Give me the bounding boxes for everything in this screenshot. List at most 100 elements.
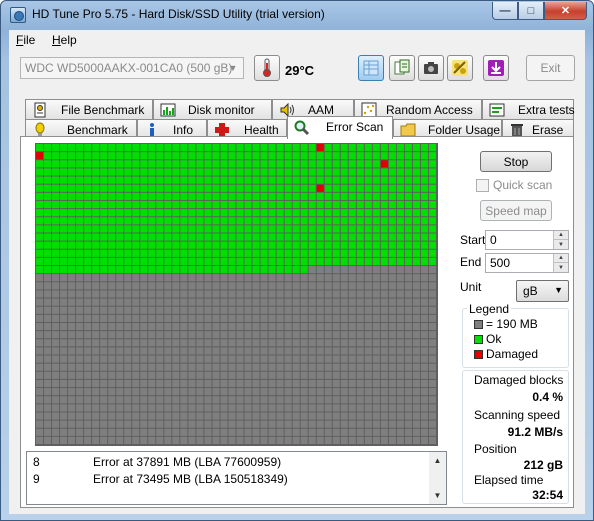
exit-button[interactable]: Exit [526,55,575,81]
scan-block [388,200,396,209]
spin-up-icon[interactable]: ▲ [553,231,568,240]
stop-button[interactable]: Stop [480,151,552,172]
tab-file-benchmark[interactable]: File Benchmark [25,99,153,119]
scan-block [164,347,172,355]
scan-block [268,200,276,209]
download-button[interactable] [483,55,509,81]
scroll-down-icon[interactable]: ▼ [429,487,446,504]
tab-disk-monitor[interactable]: Disk monitor [153,99,272,119]
scan-block [156,355,164,363]
maximize-button[interactable]: □ [518,2,544,20]
scan-block [124,355,132,363]
scan-block [404,379,412,388]
scan-block [372,306,380,314]
scan-block [260,225,268,233]
screenshot-button[interactable] [418,55,444,81]
scan-block [172,420,180,428]
scan-block [388,241,396,249]
scan-block [372,144,380,152]
scan-block [164,217,172,225]
speed-map-button[interactable]: Speed map [480,200,552,221]
scan-block [324,371,332,379]
scan-block [372,160,380,168]
scan-block [228,396,236,404]
scan-block [76,266,84,274]
scan-block [100,322,108,331]
scan-block [108,298,116,306]
temperature-button[interactable] [254,55,280,81]
scan-block [124,428,132,436]
scan-block [244,388,252,396]
scan-block [100,225,108,233]
title-bar[interactable]: HD Tune Pro 5.75 - Hard Disk/SSD Utility… [1,1,593,28]
scan-block [92,290,100,298]
scan-block [356,404,364,412]
minimize-button[interactable]: — [492,2,518,20]
quick-scan-checkbox[interactable] [476,179,489,192]
end-input[interactable]: 500 ▲ ▼ [485,253,569,273]
scan-block [212,290,220,298]
scan-block [124,298,132,306]
scan-block [212,396,220,404]
scan-block [108,233,116,241]
scan-block [188,233,196,241]
close-button[interactable]: ✕ [544,2,587,20]
scan-block [100,331,108,339]
options-button[interactable] [447,55,473,81]
log-number: 9 [33,472,40,486]
menu-file[interactable]: File [16,33,35,47]
spin-down-icon[interactable]: ▼ [553,263,568,272]
drive-select[interactable]: WDC WD5000AAKX-001CA0 (500 gB) ▼ [20,57,244,79]
scan-block [196,298,204,306]
scan-block [196,217,204,225]
scan-block [388,298,396,306]
scan-block [76,355,84,363]
list-item[interactable]: 8 Error at 37891 MB (LBA 77600959) [27,454,429,471]
scan-block [364,322,372,331]
save-button[interactable] [389,55,415,81]
scan-block [276,314,284,322]
scan-block [204,379,212,388]
spin-down-icon[interactable]: ▼ [553,240,568,249]
scan-block [212,282,220,290]
scan-block [132,436,140,444]
scan-block [92,266,100,274]
scan-block [348,266,356,274]
scan-block [68,257,76,266]
scan-block [412,274,420,282]
scan-block [108,355,116,363]
scan-block [156,339,164,347]
tab-error-scan[interactable]: Error Scan [287,116,393,139]
scan-block [188,436,196,444]
list-item[interactable]: 9 Error at 73495 MB (LBA 150518349) [27,471,429,488]
scan-block [140,347,148,355]
copy-button[interactable] [358,55,384,81]
scan-block [164,274,172,282]
scan-block [268,355,276,363]
scan-block [244,412,252,420]
scan-block [316,298,324,306]
scan-block [132,160,140,168]
log-scrollbar[interactable]: ▲ ▼ [429,452,446,504]
menu-help[interactable]: Help [52,33,77,47]
unit-select[interactable]: gB ▼ [516,280,569,302]
tab-extra-tests[interactable]: Extra tests [482,99,575,119]
scan-block [236,314,244,322]
scan-block [84,396,92,404]
scan-block [380,200,388,209]
scan-block [348,298,356,306]
scan-block [60,257,68,266]
scan-block [244,192,252,200]
scan-block [108,249,116,257]
scan-block [404,396,412,404]
scan-block [164,233,172,241]
scan-block [44,298,52,306]
spin-up-icon[interactable]: ▲ [553,254,568,263]
error-log-list[interactable]: 8 Error at 37891 MB (LBA 77600959) 9 Err… [26,451,447,505]
scroll-up-icon[interactable]: ▲ [429,452,446,469]
scan-block [140,233,148,241]
scan-block [420,428,428,436]
scan-block [284,192,292,200]
start-input[interactable]: 0 ▲ ▼ [485,230,569,250]
scan-block [396,257,404,266]
